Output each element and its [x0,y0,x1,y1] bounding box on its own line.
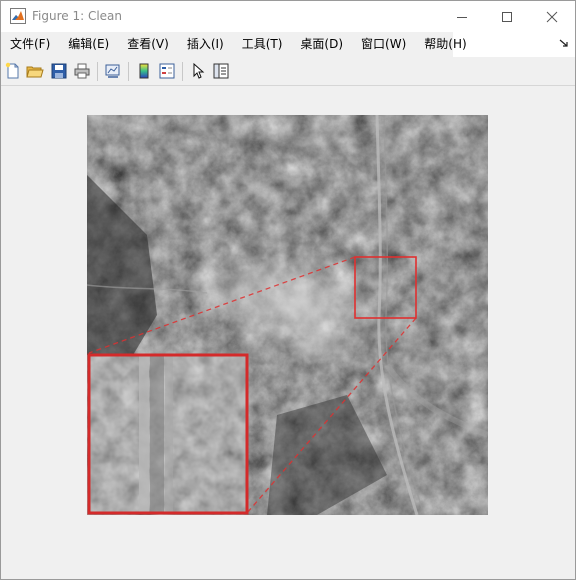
property-inspector-icon[interactable] [212,62,230,80]
open-file-icon[interactable] [26,62,44,80]
zoom-inset [87,353,249,515]
figure-window: Figure 1: Clean 文件(F) 编辑(E) 查看(V) 插入(I) … [0,0,576,580]
menu-view[interactable]: 查看(V) [118,32,178,57]
save-icon[interactable] [50,62,68,80]
menu-window[interactable]: 窗口(W) [352,32,415,57]
toolbar-separator [97,62,98,81]
menu-tools[interactable]: 工具(T) [233,32,292,57]
menu-edit[interactable]: 编辑(E) [59,32,118,57]
link-plot-icon[interactable] [104,62,122,80]
maximize-icon [502,11,512,22]
window-title: Figure 1: Clean [32,9,122,23]
close-icon [546,11,558,22]
minimize-icon [457,16,467,18]
minimize-button[interactable] [439,1,485,32]
menu-bar: 文件(F) 编辑(E) 查看(V) 插入(I) 工具(T) 桌面(D) 窗口(W… [1,32,575,57]
title-bar[interactable]: Figure 1: Clean [1,1,575,32]
menu-strip: 文件(F) 编辑(E) 查看(V) 插入(I) 工具(T) 桌面(D) 窗口(W… [1,32,467,57]
grayscale-satellite-image[interactable] [87,115,488,515]
toolbar-separator [128,62,129,81]
new-figure-icon[interactable] [4,62,22,80]
maximize-button[interactable] [484,1,530,32]
edit-plot-icon[interactable] [189,62,207,80]
insert-colorbar-icon[interactable] [135,62,153,80]
menu-insert[interactable]: 插入(I) [178,32,233,57]
toolbar-dock-arrow-icon[interactable] [559,38,569,48]
matlab-app-icon [10,8,26,24]
toolbar-separator [182,62,183,81]
figure-canvas[interactable] [1,86,575,579]
insert-legend-icon[interactable] [158,62,176,80]
menu-desktop[interactable]: 桌面(D) [291,32,352,57]
print-icon[interactable] [73,62,91,80]
close-button[interactable] [529,1,575,32]
figure-toolbar [1,58,575,86]
menu-help[interactable]: 帮助(H) [415,32,475,57]
menu-file[interactable]: 文件(F) [1,32,59,57]
